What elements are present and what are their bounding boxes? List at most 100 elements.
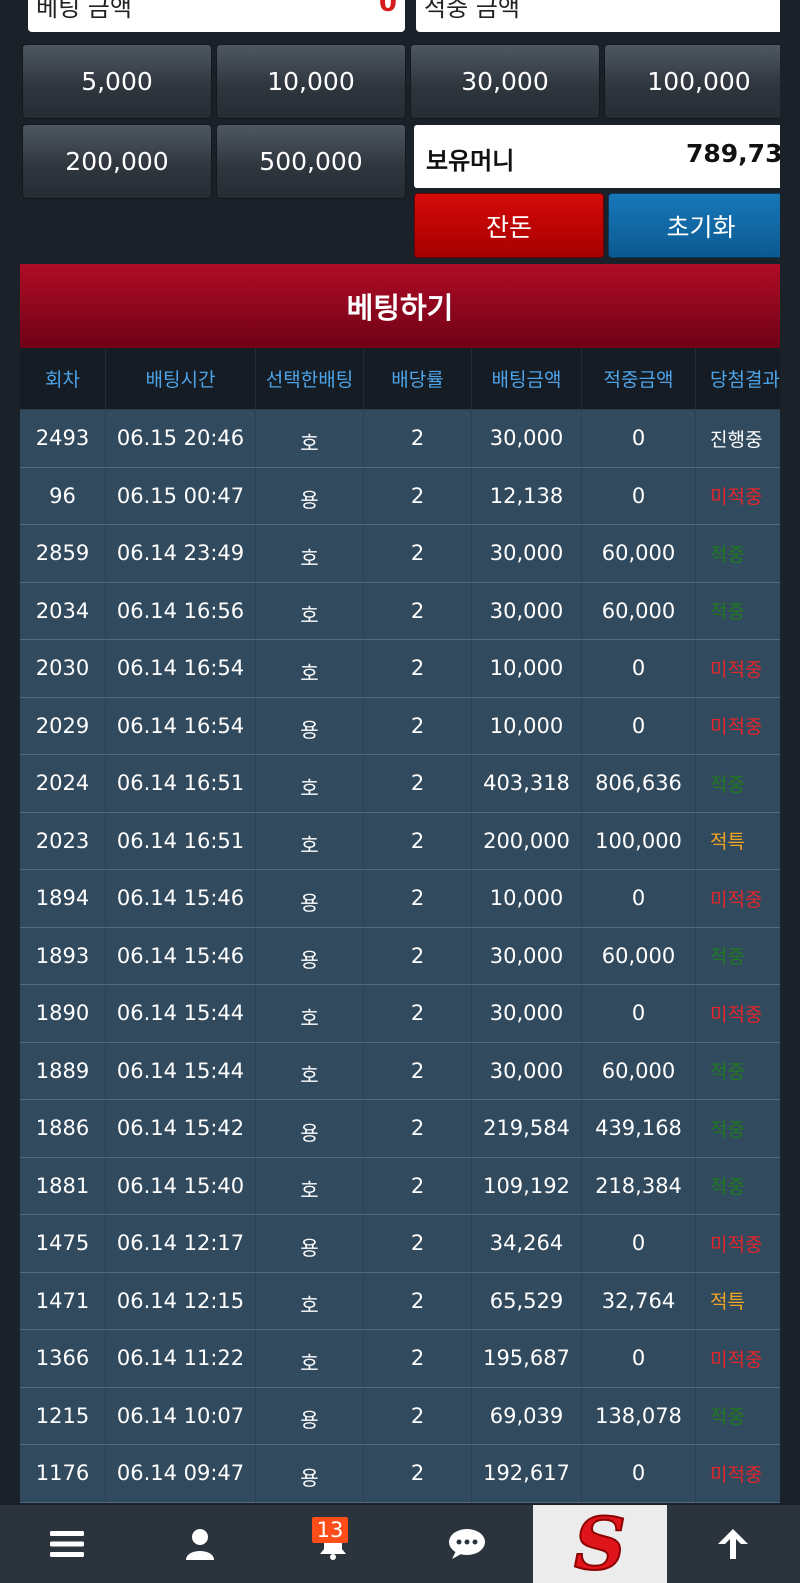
cell-odds: 2: [364, 410, 472, 467]
cell-bet-amount: 30,000: [472, 410, 582, 467]
reset-button[interactable]: 초기화: [608, 193, 780, 258]
cell-bet-amount: 192,617: [472, 1445, 582, 1502]
logo-letter: S: [574, 1511, 626, 1577]
cell-time: 06.14 16:56: [106, 582, 256, 639]
cell-result: 적특: [710, 831, 745, 854]
cell-bet-amount: 34,264: [472, 1215, 582, 1272]
cell-win-amount: 0: [582, 467, 696, 524]
cell-selection: 용: [256, 927, 364, 984]
cell-time: 06.14 09:47: [106, 1445, 256, 1502]
cell-time: 06.14 16:54: [106, 640, 256, 697]
cell-result: 미적중: [710, 1463, 763, 1486]
cell-result: 미적중: [710, 888, 763, 911]
cell-win-amount: 0: [582, 1445, 696, 1502]
cell-odds: 2: [364, 812, 472, 869]
menu-icon: [49, 1531, 84, 1557]
bet-history-table: 회차 배팅시간 선택한배팅 배당률 배팅금액 적중금액 당첨결과 2493 06.…: [20, 348, 780, 1503]
cell-result: 미적중: [710, 1348, 763, 1371]
cell-odds: 2: [364, 985, 472, 1042]
table-row: 2859 06.14 23:49 호 2 30,000 60,000 적중: [20, 525, 780, 583]
header-result: 당첨결과: [710, 369, 780, 391]
cell-result: 적중: [710, 1118, 745, 1141]
cell-selection: 용: [256, 1100, 364, 1157]
cell-win-amount: 60,000: [582, 927, 696, 984]
header-bet-amount: 배팅금액: [472, 348, 582, 409]
cell-round: 1471: [20, 1272, 106, 1329]
cell-selection: 용: [256, 870, 364, 927]
cell-win-amount: 100,000: [582, 812, 696, 869]
chip-button[interactable]: 100,000: [604, 44, 780, 119]
place-bet-button[interactable]: 베팅하기: [20, 264, 780, 348]
site-logo-button[interactable]: S: [533, 1505, 667, 1583]
cell-selection: 호: [256, 1330, 364, 1387]
cell-win-amount: 0: [582, 697, 696, 754]
cell-result: 진행중: [710, 428, 763, 451]
chip-button[interactable]: 30,000: [410, 44, 600, 119]
cell-selection: 호: [256, 1157, 364, 1214]
cell-selection: 호: [256, 1042, 364, 1099]
header-odds: 배당률: [364, 348, 472, 409]
notification-button[interactable]: 13: [267, 1505, 400, 1583]
cell-odds: 2: [364, 1042, 472, 1099]
scroll-top-button[interactable]: [667, 1505, 800, 1583]
chat-button[interactable]: [400, 1505, 533, 1583]
table-row: 2024 06.14 16:51 호 2 403,318 806,636 적중: [20, 755, 780, 813]
cell-result: 미적중: [710, 1233, 763, 1256]
chip-button[interactable]: 200,000: [22, 124, 212, 199]
cell-win-amount: 0: [582, 1330, 696, 1387]
cell-time: 06.14 16:51: [106, 755, 256, 812]
cell-round: 1894: [20, 870, 106, 927]
cell-round: 1893: [20, 927, 106, 984]
chip-button[interactable]: 500,000: [216, 124, 406, 199]
cell-round: 1366: [20, 1330, 106, 1387]
cell-bet-amount: 403,318: [472, 755, 582, 812]
cell-selection: 호: [256, 812, 364, 869]
cell-result: 적특: [710, 1291, 745, 1314]
cell-time: 06.14 15:40: [106, 1157, 256, 1214]
user-icon: [185, 1529, 214, 1560]
cell-result: 적중: [710, 1061, 745, 1084]
cell-win-amount: 60,000: [582, 582, 696, 639]
cell-win-amount: 806,636: [582, 755, 696, 812]
cell-win-amount: 60,000: [582, 525, 696, 582]
header-round: 회차: [20, 348, 106, 409]
cell-selection: 호: [256, 582, 364, 639]
cell-bet-amount: 69,039: [472, 1387, 582, 1444]
cell-bet-amount: 12,138: [472, 467, 582, 524]
table-row: 1886 06.14 15:42 용 2 219,584 439,168 적중: [20, 1100, 780, 1158]
cell-round: 96: [20, 467, 106, 524]
arrow-up-icon: [718, 1529, 749, 1559]
cell-time: 06.14 12:15: [106, 1272, 256, 1329]
chip-button[interactable]: 10,000: [216, 44, 406, 119]
cell-win-amount: 60,000: [582, 1042, 696, 1099]
cell-result: 미적중: [710, 486, 763, 509]
win-amount-box: 적중 금액: [416, 0, 780, 32]
cell-time: 06.14 15:44: [106, 985, 256, 1042]
cell-odds: 2: [364, 1215, 472, 1272]
cell-odds: 2: [364, 1387, 472, 1444]
app: 베팅 금액 0 적중 금액 5,000 10,000 30,000 100,00…: [0, 0, 800, 1583]
table-header: 회차 배팅시간 선택한배팅 배당률 배팅금액 적중금액 당첨결과: [20, 348, 780, 410]
cell-time: 06.14 10:07: [106, 1387, 256, 1444]
cell-result: 미적중: [710, 658, 763, 681]
cell-bet-amount: 109,192: [472, 1157, 582, 1214]
table-row: 1881 06.14 15:40 호 2 109,192 218,384 적중: [20, 1157, 780, 1215]
cell-selection: 용: [256, 1215, 364, 1272]
cell-bet-amount: 30,000: [472, 985, 582, 1042]
notification-badge: 13: [311, 1517, 349, 1543]
cell-bet-amount: 10,000: [472, 870, 582, 927]
chat-icon: [448, 1529, 485, 1559]
cell-time: 06.14 15:46: [106, 927, 256, 984]
cell-selection: 용: [256, 1445, 364, 1502]
cell-bet-amount: 219,584: [472, 1100, 582, 1157]
menu-button[interactable]: [0, 1505, 133, 1583]
cell-round: 1215: [20, 1387, 106, 1444]
user-button[interactable]: [133, 1505, 266, 1583]
cell-bet-amount: 30,000: [472, 1042, 582, 1099]
cell-result: 적중: [710, 1176, 745, 1199]
chip-button[interactable]: 5,000: [22, 44, 212, 119]
cell-round: 1886: [20, 1100, 106, 1157]
table-row: 1176 06.14 09:47 용 2 192,617 0 미적중: [20, 1445, 780, 1503]
change-button[interactable]: 잔돈: [414, 193, 604, 258]
cell-odds: 2: [364, 582, 472, 639]
